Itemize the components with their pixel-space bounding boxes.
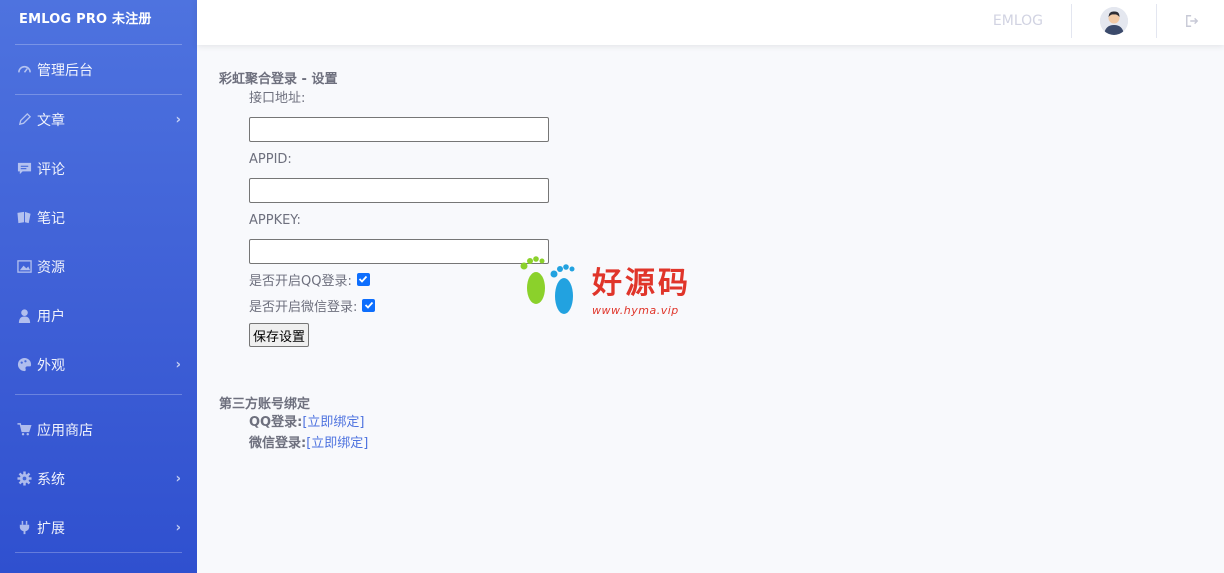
sidebar-item-label: 评论 [37,161,65,178]
wechat-login-checkbox[interactable] [362,298,376,312]
logout-icon[interactable] [1185,13,1199,27]
sidebar-item-label: 扩展 [37,520,65,537]
settings-form: 接口地址: APPID: APPKEY: 是否开启QQ登录: 是否开启微信登录:… [249,90,549,347]
cart-icon [15,421,33,439]
watermark-text: 好源码 [592,266,691,301]
qq-binding-row: QQ登录:[立即绑定] [249,412,549,433]
sidebar-item-resources[interactable]: 资源 [0,242,197,291]
appid-label: APPID: [249,152,292,167]
sidebar-item-appearance[interactable]: 外观 › [0,340,197,389]
sidebar-item-dashboard[interactable]: 管理后台 [0,45,197,94]
avatar[interactable] [1100,7,1128,35]
sidebar-item-label: 系统 [37,471,65,488]
pencil-icon [15,111,33,129]
watermark: 好源码 www.hyma.vip [516,252,706,322]
comment-icon [15,160,33,178]
image-icon [15,258,33,276]
chevron-right-icon: › [175,471,181,486]
check-icon [364,301,374,309]
avatar-icon [1100,7,1128,35]
palette-icon [15,356,33,374]
sidebar-item-label: 笔记 [37,210,65,227]
sidebar-item-comments[interactable]: 评论 [0,144,197,193]
binding-title: 第三方账号绑定 [219,397,311,412]
appkey-input[interactable] [249,239,549,264]
plug-icon [15,519,33,537]
check-icon [359,275,368,283]
footprints-logo-icon [520,256,575,314]
wechat-login-label: 是否开启微信登录: [249,299,358,315]
sidebar-item-label: 应用商店 [37,422,93,439]
dashboard-icon [15,61,33,79]
qq-binding-label: QQ登录: [249,415,303,430]
sidebar-item-label: 用户 [37,308,65,325]
settings-title: 彩虹聚合登录 - 设置 [219,72,338,87]
user-icon [15,307,33,325]
gear-icon [15,470,33,488]
appkey-label: APPKEY: [249,213,301,228]
sidebar-item-articles[interactable]: 文章 › [0,95,197,144]
sidebar-item-label: 资源 [37,259,65,276]
qq-login-label: 是否开启QQ登录: [249,273,352,289]
sidebar-item-app-store[interactable]: 应用商店 [0,405,197,454]
save-settings-button[interactable]: 保存设置 [249,323,310,347]
appid-input[interactable] [249,178,549,203]
chevron-right-icon: › [175,357,181,372]
chevron-right-icon: › [175,112,181,127]
qq-login-checkbox[interactable] [356,272,370,286]
topbar-divider [1071,4,1072,38]
qq-bind-link[interactable]: [立即绑定] [302,415,364,430]
site-name-link[interactable]: EMLOG [993,0,1043,45]
wechat-binding-row: 微信登录:[立即绑定] [249,433,549,454]
sidebar-item-label: 管理后台 [37,62,93,79]
binding-list: QQ登录:[立即绑定] 微信登录:[立即绑定] [249,412,549,454]
chevron-right-icon: › [175,520,181,535]
sidebar-item-extensions[interactable]: 扩展 › [0,503,197,552]
main-content: 彩虹聚合登录 - 设置 接口地址: APPID: APPKEY: 是否开启QQ登… [219,68,549,454]
sidebar-item-system[interactable]: 系统 › [0,454,197,503]
api-url-label: 接口地址: [249,91,306,106]
wechat-login-row: 是否开启微信登录: [249,292,549,318]
sidebar: EMLOG PRO 未注册 管理后台 文章 › 评论 笔记 资源 用户 外观 ›… [0,0,197,573]
sidebar-divider [15,394,182,395]
watermark-url: www.hyma.vip [592,304,679,317]
sidebar-item-notes[interactable]: 笔记 [0,193,197,242]
wechat-binding-label: 微信登录: [249,436,307,451]
topbar: EMLOG [197,0,1224,45]
brand-title[interactable]: EMLOG PRO 未注册 [0,0,197,44]
qq-login-row: 是否开启QQ登录: [249,266,549,292]
topbar-divider [1156,4,1157,38]
sidebar-divider [15,552,182,553]
notes-icon [15,209,33,227]
api-url-input[interactable] [249,117,549,142]
sidebar-item-label: 文章 [37,112,65,129]
sidebar-item-users[interactable]: 用户 [0,291,197,340]
sidebar-item-label: 外观 [37,357,65,374]
wechat-bind-link[interactable]: [立即绑定] [306,436,368,451]
